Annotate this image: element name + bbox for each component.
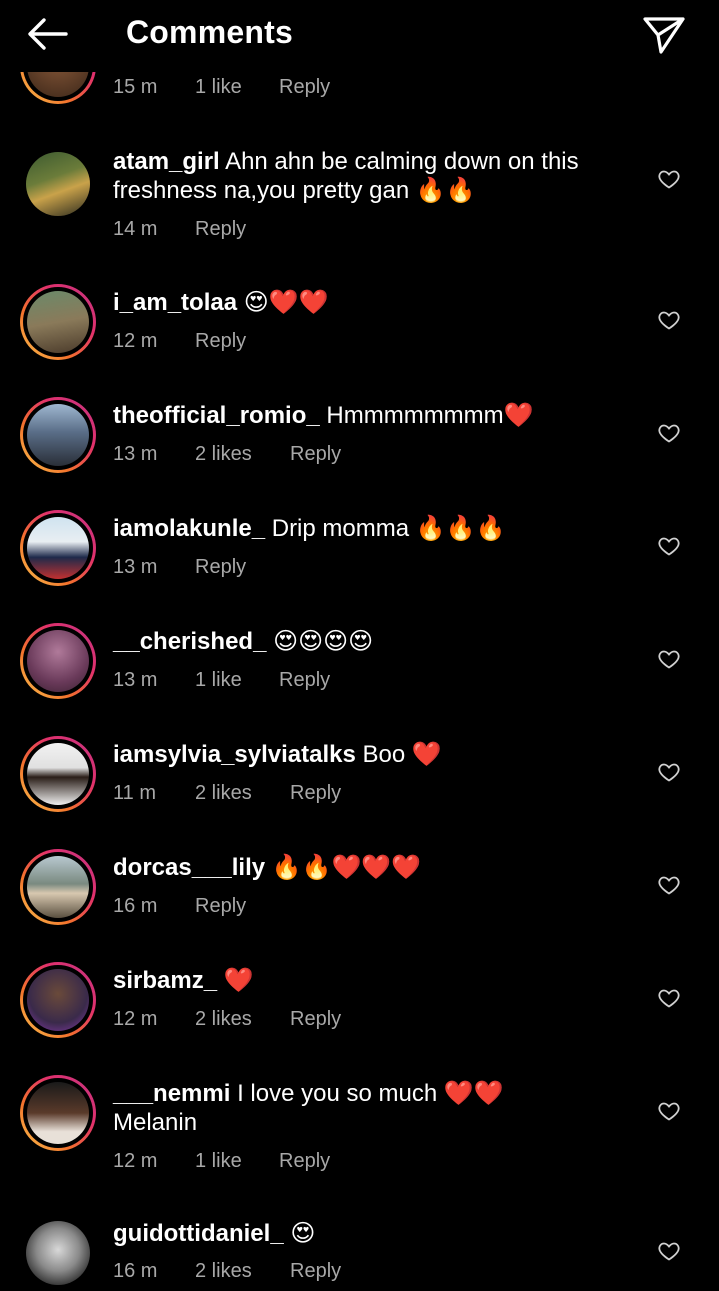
reply-button[interactable]: Reply <box>195 556 246 579</box>
comment-body: 😍😍😍😍 <box>266 628 374 655</box>
comment-time: 16 m <box>113 1260 158 1282</box>
comment-username[interactable]: i_am_tolaa <box>113 289 237 316</box>
comment-body: Hmmmmmmmm❤️ <box>319 402 534 429</box>
comment-body: Drip momma 🔥🔥🔥 <box>265 515 506 542</box>
comment-body: ❤️ <box>217 967 254 994</box>
reply-button[interactable]: Reply <box>279 1150 330 1173</box>
comment-text: __cherished_ 😍😍😍😍 <box>113 627 613 656</box>
comment-text: dorcas___lily 🔥🔥❤️❤️❤️ <box>113 853 613 882</box>
arrow-left-icon[interactable] <box>24 12 72 56</box>
comment-likes[interactable]: 1 like <box>195 76 242 99</box>
reply-button[interactable]: Reply <box>195 218 246 241</box>
comment-likes[interactable]: 1 like <box>195 1150 242 1173</box>
reply-button[interactable]: Reply <box>195 330 246 353</box>
heart-icon[interactable] <box>657 986 681 1010</box>
heart-icon[interactable] <box>657 873 681 897</box>
comment-time: 13 m <box>113 556 158 578</box>
comment-body: 😍 <box>283 1220 316 1247</box>
comment-time: 14 m <box>113 218 158 240</box>
top-bar: Comments <box>0 0 719 72</box>
avatar[interactable] <box>20 849 96 925</box>
comment-text: ___nemmi I love you so much ❤️❤️ Melanin <box>113 1079 553 1137</box>
comment-text: i_am_tolaa 😍❤️❤️ <box>113 288 613 317</box>
reply-button[interactable]: Reply <box>195 895 246 918</box>
avatar[interactable] <box>20 623 96 699</box>
heart-icon[interactable] <box>657 1099 681 1123</box>
comment-username[interactable]: dorcas___lily <box>113 854 265 881</box>
comment-username[interactable]: __cherished_ <box>113 628 266 655</box>
comment-text: theofficial_romio_ Hmmmmmmmm❤️ <box>113 401 613 430</box>
avatar[interactable] <box>20 397 96 473</box>
comment-time: 13 m <box>113 443 158 465</box>
reply-button[interactable]: Reply <box>290 1008 341 1031</box>
comment-username[interactable]: guidottidaniel_ <box>113 1220 284 1247</box>
reply-button[interactable]: Reply <box>279 669 330 692</box>
comment-time: 16 m <box>113 895 158 917</box>
comments-list: 15 m 1 like Reply atam_girl Ahn ahn be c… <box>0 0 719 1285</box>
heart-icon[interactable] <box>657 647 681 671</box>
comment-time: 12 m <box>113 1150 158 1172</box>
reply-button[interactable]: Reply <box>290 1260 341 1283</box>
comment-likes[interactable]: 2 likes <box>195 1008 252 1031</box>
comment-text: sirbamz_ ❤️ <box>113 966 613 995</box>
comment-username[interactable]: sirbamz_ <box>113 967 217 994</box>
paper-plane-icon[interactable] <box>640 10 688 58</box>
reply-button[interactable]: Reply <box>290 443 341 466</box>
comment-text: iamsylvia_sylviatalks Boo ❤️ <box>113 740 613 769</box>
comment-likes[interactable]: 2 likes <box>195 782 252 805</box>
avatar[interactable] <box>20 146 96 222</box>
comment-body: 🔥🔥❤️❤️❤️ <box>265 854 422 881</box>
comment-username[interactable]: ___nemmi <box>113 1080 230 1107</box>
heart-icon[interactable] <box>657 1239 681 1263</box>
heart-icon[interactable] <box>657 760 681 784</box>
comment-time: 15 m <box>113 76 158 98</box>
heart-icon[interactable] <box>657 421 681 445</box>
comment-body: Boo ❤️ <box>355 741 442 768</box>
avatar[interactable] <box>20 962 96 1038</box>
heart-icon[interactable] <box>657 167 681 191</box>
comment-time: 11 m <box>113 782 156 804</box>
avatar[interactable] <box>20 1075 96 1151</box>
comment-time: 13 m <box>113 669 158 691</box>
heart-icon[interactable] <box>657 534 681 558</box>
comment-time: 12 m <box>113 1008 158 1030</box>
reply-button[interactable]: Reply <box>290 782 341 805</box>
avatar[interactable] <box>20 736 96 812</box>
avatar[interactable] <box>20 510 96 586</box>
comment-username[interactable]: iamolakunle_ <box>113 515 265 542</box>
comment-username[interactable]: iamsylvia_sylviatalks <box>113 741 356 768</box>
comment-username[interactable]: theofficial_romio_ <box>113 402 320 429</box>
comment-body: 😍❤️❤️ <box>237 289 329 316</box>
comment-text: atam_girl Ahn ahn be calming down on thi… <box>113 147 613 205</box>
comment-text: iamolakunle_ Drip momma 🔥🔥🔥 <box>113 514 613 543</box>
comment-time: 12 m <box>113 330 158 352</box>
reply-button[interactable]: Reply <box>279 76 330 99</box>
comment-likes[interactable]: 2 likes <box>195 1260 252 1283</box>
avatar[interactable] <box>20 1215 96 1291</box>
comment-likes[interactable]: 1 like <box>195 669 242 692</box>
avatar[interactable] <box>20 284 96 360</box>
comment-username[interactable]: atam_girl <box>113 148 220 175</box>
comment-likes[interactable]: 2 likes <box>195 443 252 466</box>
page-title: Comments <box>126 14 293 50</box>
heart-icon[interactable] <box>657 308 681 332</box>
comment-text: guidottidaniel_ 😍 <box>113 1219 613 1248</box>
